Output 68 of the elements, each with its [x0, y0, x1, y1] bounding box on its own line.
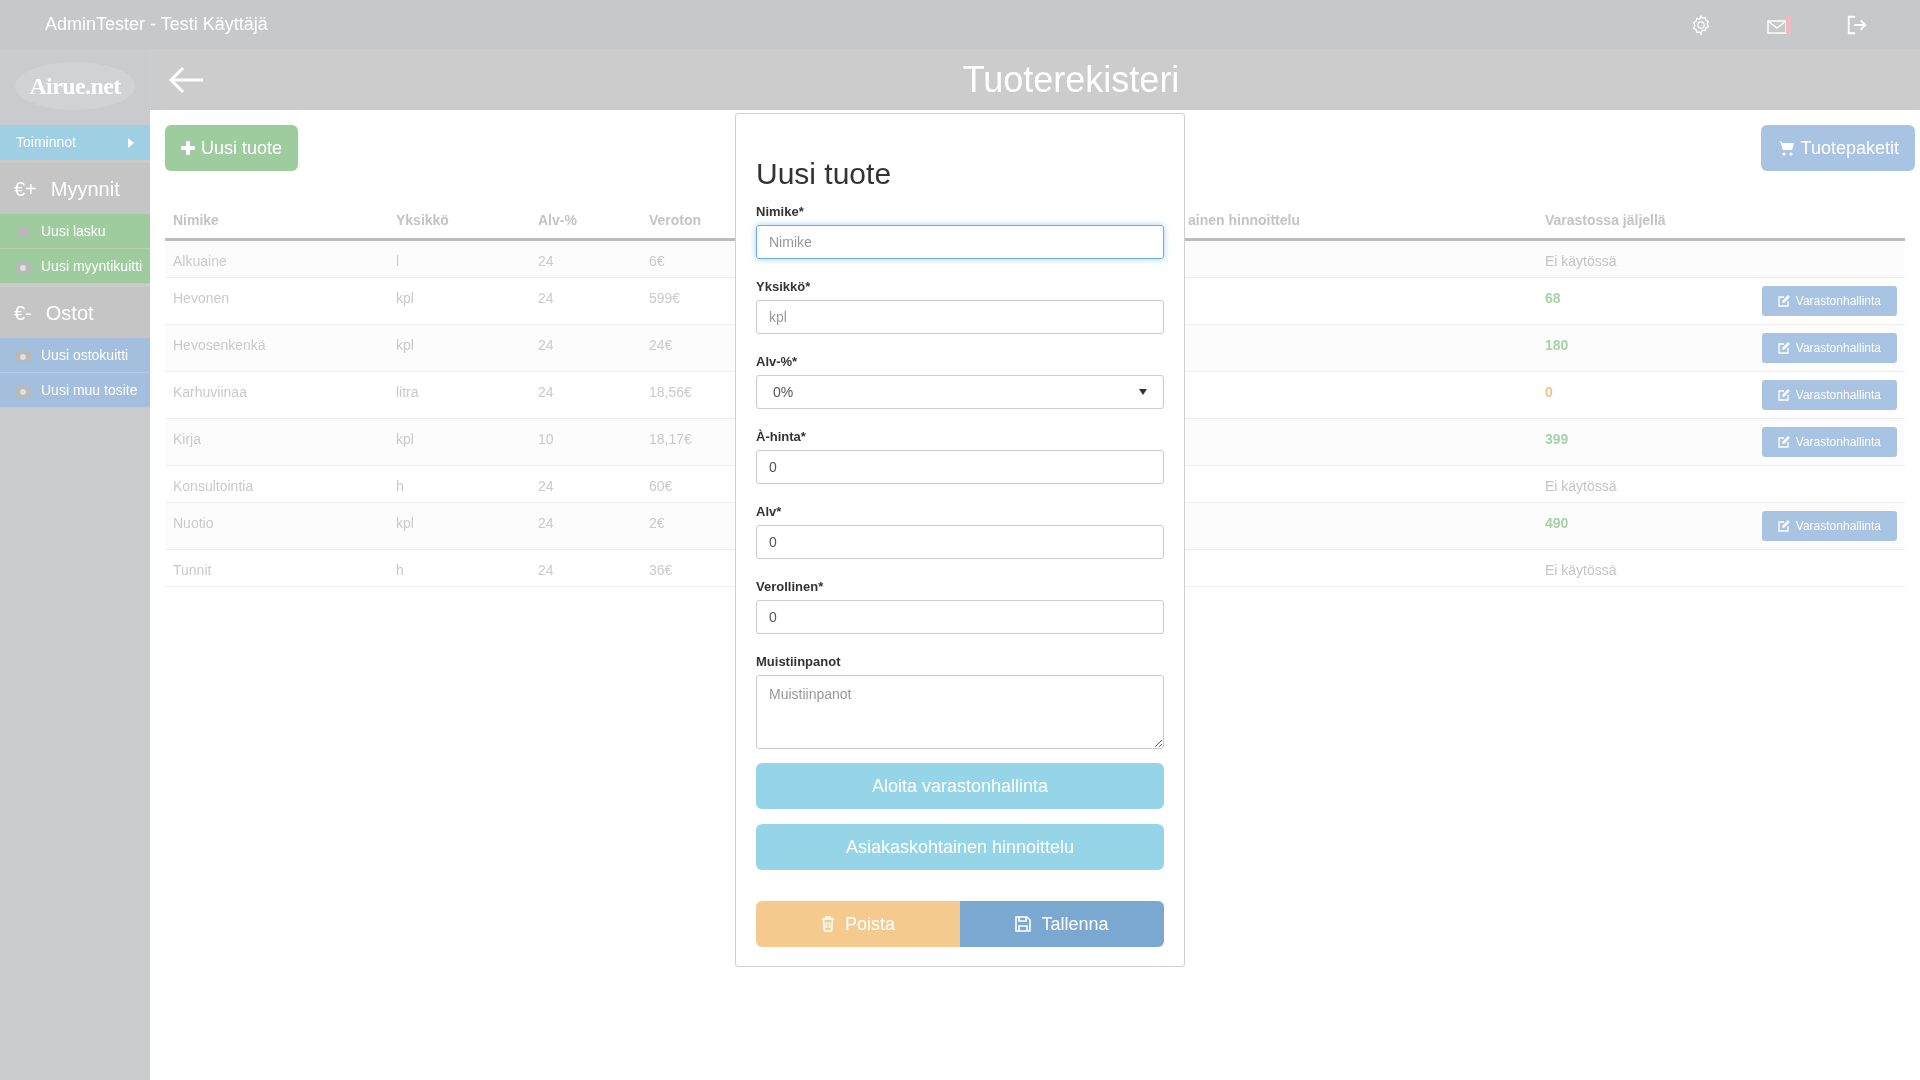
product-packages-button[interactable]: Tuotepaketit: [1760, 125, 1915, 171]
caret-icon: [128, 137, 134, 148]
sidebar-item[interactable]: Uusi muu tosite: [0, 373, 150, 408]
save-button[interactable]: Tallenna: [960, 901, 1164, 947]
new-product-button[interactable]: Uusi tuote: [165, 125, 299, 171]
stock-cell-text: Ei käytössä: [1544, 561, 1618, 580]
camera-icon: [15, 348, 31, 362]
sidebar-item[interactable]: Uusi lasku: [0, 214, 150, 249]
back-icon[interactable]: [168, 65, 204, 94]
plus-icon: [181, 141, 195, 155]
column-header: ainen hinnoittelu: [1187, 211, 1301, 230]
stock-management-button[interactable]: Varastonhallinta: [1761, 427, 1897, 457]
field-label: Nimike*: [756, 204, 805, 219]
section-symbol: €+: [14, 176, 37, 202]
trash-icon: [821, 916, 835, 932]
field-label: À-hinta*: [756, 429, 807, 444]
edit-icon: [1777, 436, 1790, 448]
section-symbol: €-: [14, 300, 32, 326]
dialog-button[interactable]: Asiakaskohtainen hinnoittelu: [756, 824, 1164, 870]
edit-icon: [1777, 342, 1790, 354]
stock-cell-text: 399: [1544, 430, 1570, 449]
field-label: Muistiinpanot: [756, 654, 842, 669]
column-header: Yksikkö: [395, 211, 450, 230]
piggy-bank-icon: [15, 224, 31, 238]
dialog-button[interactable]: Aloita varastonhallinta: [756, 763, 1164, 809]
column-header: Alv-%: [537, 211, 578, 230]
camera-icon: [15, 383, 31, 397]
select-field[interactable]: 0%: [756, 375, 1164, 409]
edit-icon: [1777, 389, 1790, 401]
stock-cell-text: 0: [1544, 383, 1554, 402]
stock-cell-text: 490: [1544, 514, 1570, 533]
field-label: Alv*: [756, 504, 783, 519]
input-field[interactable]: 0: [756, 600, 1164, 634]
edit-icon: [1777, 520, 1790, 532]
field-label: Alv-%*: [756, 354, 799, 369]
notes-field[interactable]: Muistiinpanot: [756, 675, 1164, 749]
column-header: Veroton: [648, 211, 703, 230]
stock-cell-text: 68: [1544, 289, 1562, 308]
column-header: Nimike: [172, 211, 220, 230]
field-label: Yksikkö*: [756, 279, 812, 294]
sidebar-item[interactable]: Uusi ostokuitti: [0, 338, 150, 373]
input-field[interactable]: Nimike: [756, 225, 1164, 259]
field-label: Verollinen*: [756, 579, 825, 594]
edit-icon: [1777, 295, 1790, 307]
floppy-disk-icon: [1015, 916, 1032, 932]
column-header: Varastossa jäljellä: [1544, 211, 1667, 230]
section-title: Ostot: [45, 300, 94, 326]
caret-icon: [1139, 389, 1147, 395]
stock-management-button[interactable]: Varastonhallinta: [1761, 380, 1897, 410]
mail-icon[interactable]: [1767, 14, 1791, 35]
stock-management-button[interactable]: Varastonhallinta: [1761, 511, 1897, 541]
user-name: AdminTester - Testi Käyttäjä: [45, 13, 268, 36]
settings-icon[interactable]: [1690, 13, 1712, 36]
stock-cell-text: Ei käytössä: [1544, 252, 1618, 271]
stock-management-button[interactable]: Varastonhallinta: [1761, 333, 1897, 363]
stock-cell-text: Ei käytössä: [1544, 477, 1618, 496]
dialog-title: Uusi tuote: [756, 156, 893, 192]
input-field[interactable]: 0: [756, 525, 1164, 559]
input-field[interactable]: kpl: [756, 300, 1164, 334]
sidebar-item[interactable]: Uusi myyntikuitti: [0, 249, 150, 284]
delete-button[interactable]: Poista: [756, 901, 960, 947]
logout-icon[interactable]: [1846, 13, 1868, 36]
stock-cell-text: 180: [1544, 336, 1570, 355]
camera-icon: [15, 259, 31, 273]
section-title: Myynnit: [50, 176, 120, 202]
stock-management-button[interactable]: Varastonhallinta: [1761, 286, 1897, 316]
menu-toggle[interactable]: Toiminnot: [0, 125, 150, 160]
input-field[interactable]: 0: [756, 450, 1164, 484]
